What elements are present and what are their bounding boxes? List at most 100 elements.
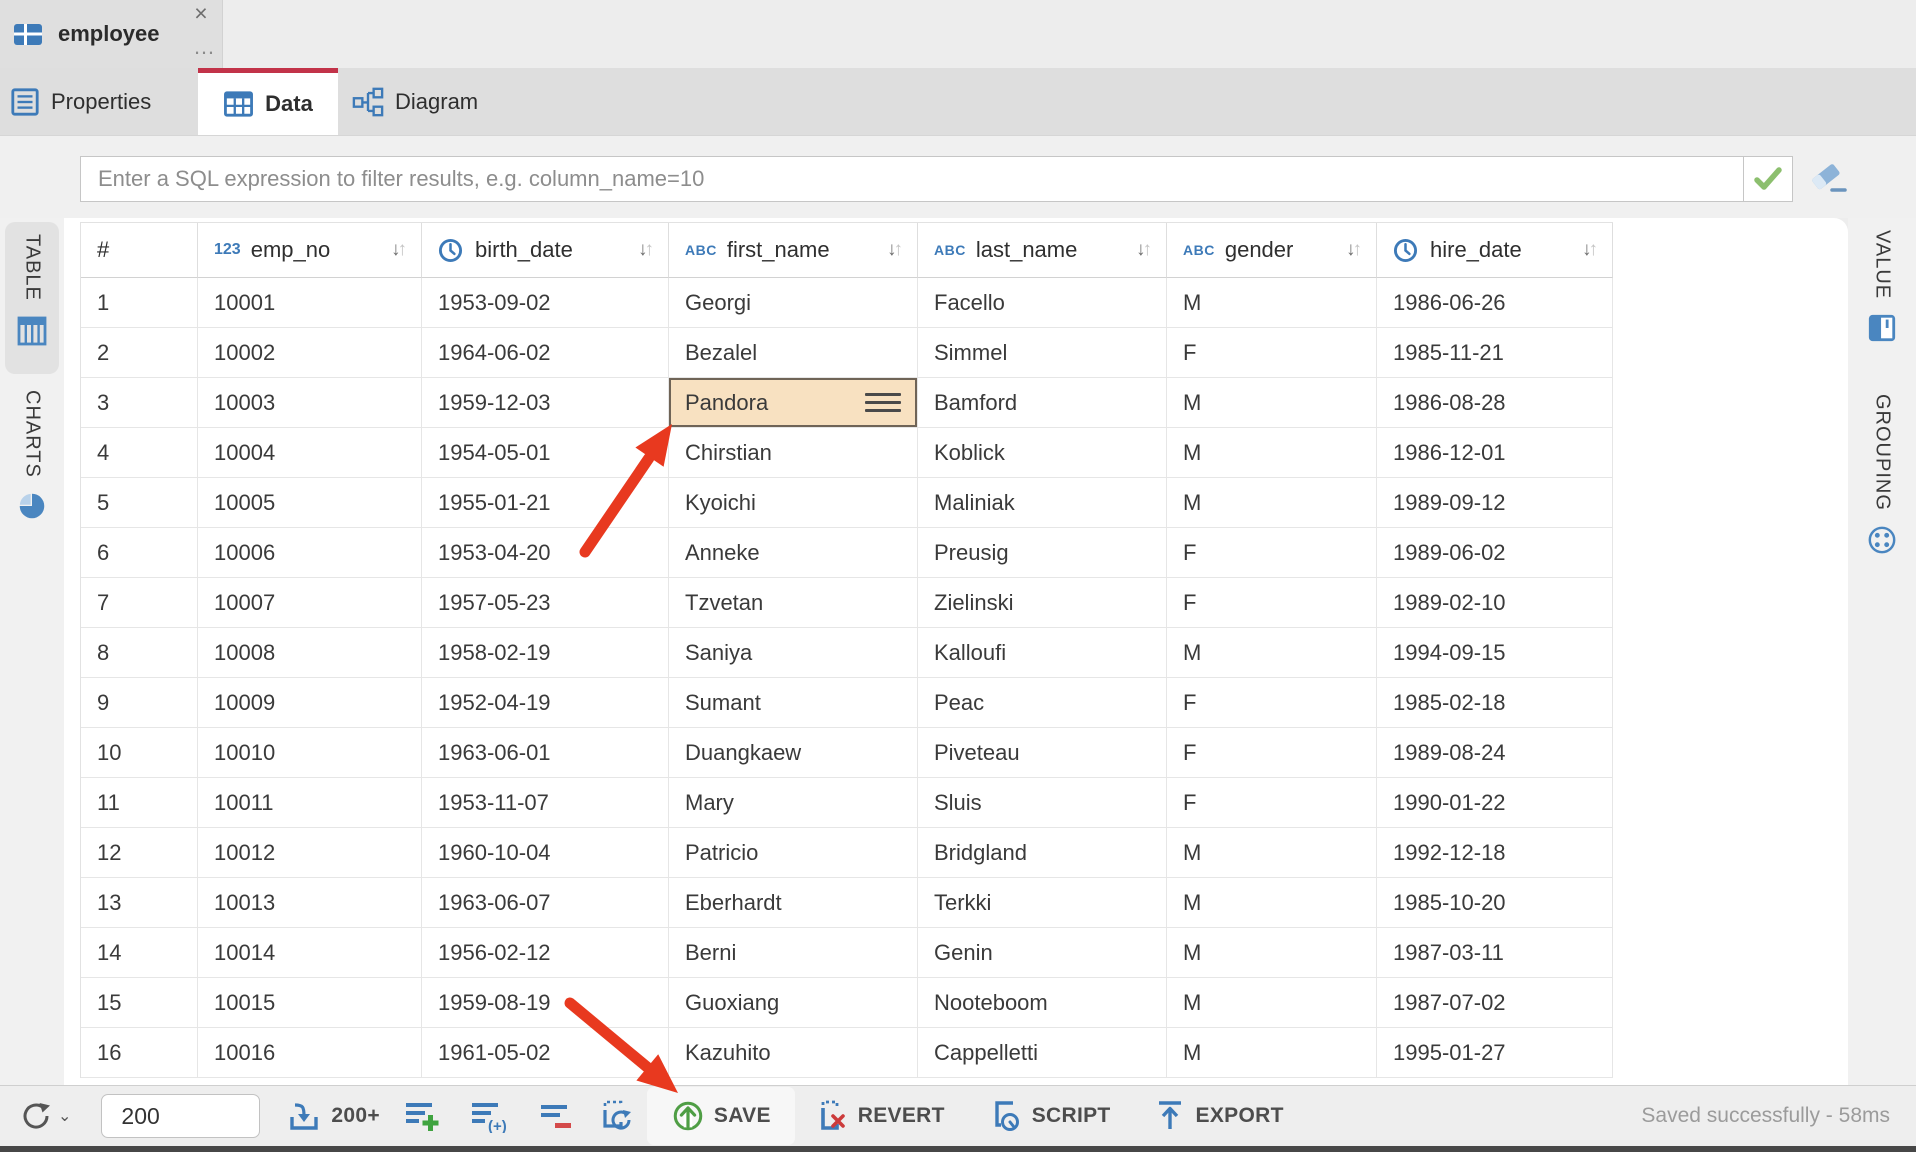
data-cell[interactable]: Bridgland xyxy=(918,828,1167,878)
data-cell[interactable]: 1985-02-18 xyxy=(1377,678,1613,728)
data-cell[interactable]: 1989-09-12 xyxy=(1377,478,1613,528)
data-cell[interactable]: 10011 xyxy=(198,778,422,828)
row-number-cell[interactable]: 7 xyxy=(81,578,198,628)
data-cell[interactable]: 1995-01-27 xyxy=(1377,1028,1613,1078)
data-cell[interactable]: 1959-12-03 xyxy=(422,378,669,428)
data-cell[interactable]: 1986-08-28 xyxy=(1377,378,1613,428)
column-header-gender[interactable]: ABC gender ↓↑ xyxy=(1167,223,1377,278)
data-cell[interactable]: 10003 xyxy=(198,378,422,428)
data-cell[interactable]: Kazuhito xyxy=(669,1028,918,1078)
data-cell[interactable]: Guoxiang xyxy=(669,978,918,1028)
data-cell[interactable]: 1985-10-20 xyxy=(1377,878,1613,928)
data-cell[interactable]: 1989-02-10 xyxy=(1377,578,1613,628)
data-cell[interactable]: 10013 xyxy=(198,878,422,928)
data-cell[interactable]: 1992-12-18 xyxy=(1377,828,1613,878)
sort-toggle-icon[interactable]: ↓↑ xyxy=(1582,239,1598,261)
column-header-birth-date[interactable]: birth_date ↓↑ xyxy=(422,223,669,278)
tab-data[interactable]: Data xyxy=(198,68,338,135)
data-cell[interactable]: 1989-06-02 xyxy=(1377,528,1613,578)
data-cell[interactable]: M xyxy=(1167,478,1377,528)
refresh-button[interactable]: ⌄ xyxy=(18,1098,71,1134)
table-row[interactable]: 14100141956-02-12BerniGeninM1987-03-11 xyxy=(81,928,1613,978)
data-cell[interactable]: 1963-06-07 xyxy=(422,878,669,928)
data-cell[interactable]: 10016 xyxy=(198,1028,422,1078)
data-cell[interactable]: 10002 xyxy=(198,328,422,378)
fetch-next-page-button[interactable]: 200+ xyxy=(286,1099,380,1133)
column-header-rownum[interactable]: # xyxy=(81,223,198,278)
data-cell[interactable]: 1959-08-19 xyxy=(422,978,669,1028)
row-number-cell[interactable]: 3 xyxy=(81,378,198,428)
table-row[interactable]: 7100071957-05-23TzvetanZielinskiF1989-02… xyxy=(81,578,1613,628)
data-cell[interactable]: Zielinski xyxy=(918,578,1167,628)
delete-row-button[interactable] xyxy=(539,1099,575,1133)
table-row[interactable]: 4100041954-05-01ChirstianKoblickM1986-12… xyxy=(81,428,1613,478)
tab-diagram[interactable]: Diagram xyxy=(352,68,478,135)
data-cell[interactable]: Koblick xyxy=(918,428,1167,478)
sort-toggle-icon[interactable]: ↓↑ xyxy=(1346,239,1362,261)
clear-filter-button[interactable] xyxy=(1806,156,1850,202)
data-cell[interactable]: 1955-01-21 xyxy=(422,478,669,528)
column-header-emp-no[interactable]: 123 emp_no ↓↑ xyxy=(198,223,422,278)
data-cell[interactable]: Bezalel xyxy=(669,328,918,378)
data-cell[interactable]: 10015 xyxy=(198,978,422,1028)
data-cell[interactable]: Cappelletti xyxy=(918,1028,1167,1078)
data-cell[interactable]: 10004 xyxy=(198,428,422,478)
data-cell[interactable]: 1953-04-20 xyxy=(422,528,669,578)
tab-properties[interactable]: Properties xyxy=(10,68,151,135)
add-row-button[interactable] xyxy=(404,1099,440,1133)
row-number-cell[interactable]: 14 xyxy=(81,928,198,978)
data-cell[interactable]: 1960-10-04 xyxy=(422,828,669,878)
table-row[interactable]: 9100091952-04-19SumantPeacF1985-02-18 xyxy=(81,678,1613,728)
fetch-size-input[interactable] xyxy=(101,1094,260,1138)
data-cell[interactable]: 1963-06-01 xyxy=(422,728,669,778)
data-cell[interactable]: M xyxy=(1167,828,1377,878)
data-cell[interactable]: 10006 xyxy=(198,528,422,578)
table-row[interactable]: 16100161961-05-02KazuhitoCappellettiM199… xyxy=(81,1028,1613,1078)
row-number-cell[interactable]: 9 xyxy=(81,678,198,728)
table-row[interactable]: 3100031959-12-03PandoraBamfordM1986-08-2… xyxy=(81,378,1613,428)
panel-tab-charts[interactable]: CHARTS xyxy=(5,386,59,536)
data-cell[interactable]: Facello xyxy=(918,278,1167,328)
data-cell[interactable]: 1956-02-12 xyxy=(422,928,669,978)
data-cell[interactable]: 1954-05-01 xyxy=(422,428,669,478)
data-cell[interactable]: Mary xyxy=(669,778,918,828)
data-cell[interactable]: F xyxy=(1167,328,1377,378)
data-cell[interactable]: 10014 xyxy=(198,928,422,978)
save-button[interactable]: SAVE xyxy=(647,1087,795,1145)
row-number-cell[interactable]: 8 xyxy=(81,628,198,678)
data-cell[interactable]: Sluis xyxy=(918,778,1167,828)
row-number-cell[interactable]: 13 xyxy=(81,878,198,928)
data-cell[interactable]: 10005 xyxy=(198,478,422,528)
data-cell[interactable]: Terkki xyxy=(918,878,1167,928)
data-cell[interactable]: M xyxy=(1167,978,1377,1028)
cell-menu-icon[interactable] xyxy=(865,393,901,412)
column-header-hire-date[interactable]: hire_date ↓↑ xyxy=(1377,223,1613,278)
table-row[interactable]: 2100021964-06-02BezalelSimmelF1985-11-21 xyxy=(81,328,1613,378)
script-button[interactable]: SCRIPT xyxy=(979,1098,1117,1134)
column-header-last-name[interactable]: ABC last_name ↓↑ xyxy=(918,223,1167,278)
data-cell[interactable]: Georgi xyxy=(669,278,918,328)
selected-cell[interactable]: Pandora xyxy=(669,378,918,428)
data-cell[interactable]: 1957-05-23 xyxy=(422,578,669,628)
data-cell[interactable]: F xyxy=(1167,528,1377,578)
data-cell[interactable]: 10001 xyxy=(198,278,422,328)
data-cell[interactable]: M xyxy=(1167,278,1377,328)
data-cell[interactable]: M xyxy=(1167,928,1377,978)
row-number-cell[interactable]: 5 xyxy=(81,478,198,528)
data-cell[interactable]: Peac xyxy=(918,678,1167,728)
table-row[interactable]: 13100131963-06-07EberhardtTerkkiM1985-10… xyxy=(81,878,1613,928)
data-cell[interactable]: Eberhardt xyxy=(669,878,918,928)
data-cell[interactable]: 1987-07-02 xyxy=(1377,978,1613,1028)
refresh-row-button[interactable] xyxy=(598,1098,636,1134)
data-cell[interactable]: Chirstian xyxy=(669,428,918,478)
data-cell[interactable]: Kyoichi xyxy=(669,478,918,528)
row-number-cell[interactable]: 11 xyxy=(81,778,198,828)
table-row[interactable]: 8100081958-02-19SaniyaKalloufiM1994-09-1… xyxy=(81,628,1613,678)
data-cell[interactable]: 1987-03-11 xyxy=(1377,928,1613,978)
tab-employee[interactable]: employee × … xyxy=(0,0,223,68)
data-cell[interactable]: Bamford xyxy=(918,378,1167,428)
data-cell[interactable]: F xyxy=(1167,778,1377,828)
data-cell[interactable]: Anneke xyxy=(669,528,918,578)
data-cell[interactable]: Saniya xyxy=(669,628,918,678)
row-number-cell[interactable]: 4 xyxy=(81,428,198,478)
